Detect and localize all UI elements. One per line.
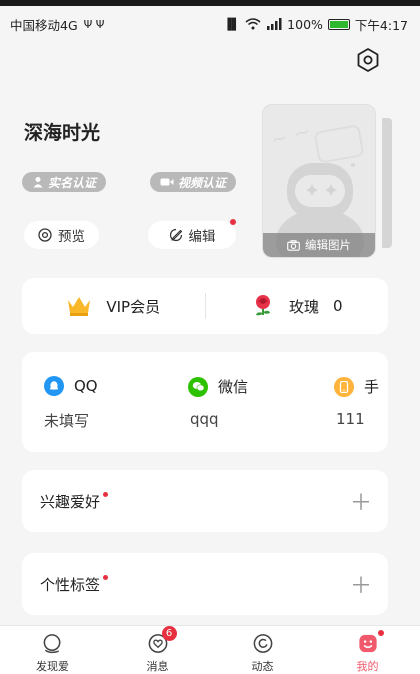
contact-qq-name: QQ [74, 377, 98, 395]
camera-icon [287, 239, 300, 251]
vip-rose-card: VIP会员 玫瑰 0 [22, 278, 388, 334]
user-icon [33, 177, 43, 188]
battery-icon [327, 18, 350, 30]
contacts-card: QQ 未填写 微信 qqq 手 111 [22, 352, 388, 452]
settings-icon[interactable] [354, 46, 382, 74]
vip-label: VIP会员 [106, 297, 161, 316]
carrier-label: 中国移动4G [10, 17, 78, 33]
tab-discover[interactable]: 发现爱 [0, 626, 105, 674]
profile-name: 深海时光 [24, 122, 101, 144]
contact-wechat-name: 微信 [218, 378, 249, 396]
wifi-icon [245, 18, 261, 30]
usb-icon: Ψ Ψ [83, 17, 105, 31]
status-bar: 中国移动4G Ψ Ψ ▐▌ 100% 下午4:17 [0, 10, 420, 38]
add-tag-plus-icon[interactable]: ＋ [350, 568, 372, 600]
add-interest-plus-icon[interactable]: ＋ [350, 485, 372, 517]
edit-photo-label: 编辑图片 [305, 238, 351, 252]
clock: 下午4:17 [354, 17, 408, 33]
rose-count: 0 [332, 297, 343, 315]
video-verify-badge-label: 视频认证 [178, 175, 227, 190]
tab-moments-label: 动态 [251, 660, 274, 673]
photo-stack-back [382, 118, 392, 248]
top-edge-bar [0, 0, 420, 6]
video-verify-badge[interactable]: 视频认证 [150, 172, 237, 192]
interests-title: 兴趣爱好 [40, 492, 101, 511]
contact-phone-name: 手 [364, 378, 380, 396]
preview-icon [38, 228, 52, 242]
messages-unread-badge: 6 [161, 626, 177, 641]
contact-qq-value: 未填写 [44, 412, 90, 430]
moments-icon [253, 634, 272, 653]
discover-icon [43, 634, 60, 654]
svg-text:~ ~: ~ ~ [268, 118, 313, 152]
tab-messages-label: 消息 [146, 660, 169, 673]
real-name-badge[interactable]: 实名认证 [22, 172, 107, 192]
edit-notification-dot [230, 219, 236, 225]
profile-photo-stack[interactable]: ~ ~ 编辑图片 [262, 104, 392, 262]
edit-label: 编辑 [188, 229, 216, 245]
edit-pencil-icon [169, 228, 182, 242]
tab-discover-label: 发现爱 [36, 660, 69, 673]
contact-wechat-value: qqq [190, 410, 219, 428]
qq-icon [44, 376, 64, 396]
tab-moments[interactable]: 动态 [210, 626, 315, 674]
tab-me-dot [378, 630, 384, 636]
tab-me[interactable]: 我的 [315, 626, 420, 674]
crown-icon [68, 297, 91, 316]
edit-button[interactable]: 编辑 [148, 221, 236, 249]
edit-photo-button[interactable]: 编辑图片 [263, 233, 375, 257]
preview-label: 预览 [58, 229, 85, 245]
tags-title: 个性标签 [40, 575, 101, 594]
video-camera-icon [160, 178, 174, 186]
phone-icon [334, 376, 354, 397]
tags-required-dot [103, 574, 109, 580]
real-name-badge-label: 实名认证 [48, 175, 97, 190]
vibrate-icon: ▐▌ [223, 17, 241, 31]
preview-button[interactable]: 预览 [24, 221, 99, 249]
contact-phone-value: 111 [336, 410, 365, 428]
tab-messages[interactable]: 6 消息 [105, 626, 210, 674]
interests-required-dot [103, 491, 109, 497]
profile-photo[interactable]: ~ ~ 编辑图片 [262, 104, 376, 258]
vip-membership[interactable]: VIP会员 [22, 295, 205, 317]
rose-counter[interactable]: 玫瑰 0 [206, 293, 389, 319]
tags-row[interactable]: 个性标签 ＋ [22, 553, 388, 615]
me-icon [358, 634, 377, 653]
battery-percent: 100% [287, 16, 323, 32]
contact-wechat[interactable]: 微信 qqq [162, 352, 302, 452]
interests-row[interactable]: 兴趣爱好 ＋ [22, 470, 388, 532]
rose-icon [255, 295, 270, 316]
signal-icon [267, 18, 282, 30]
wechat-icon [188, 376, 208, 397]
contact-qq[interactable]: QQ 未填写 [22, 352, 162, 452]
battery-fill [329, 20, 348, 28]
bottom-tab-bar: 发现爱 6 消息 动态 我的 [0, 625, 420, 674]
contact-phone[interactable]: 手 111 [308, 352, 388, 452]
rose-label: 玫瑰 [288, 297, 319, 316]
tab-me-label: 我的 [356, 660, 379, 673]
